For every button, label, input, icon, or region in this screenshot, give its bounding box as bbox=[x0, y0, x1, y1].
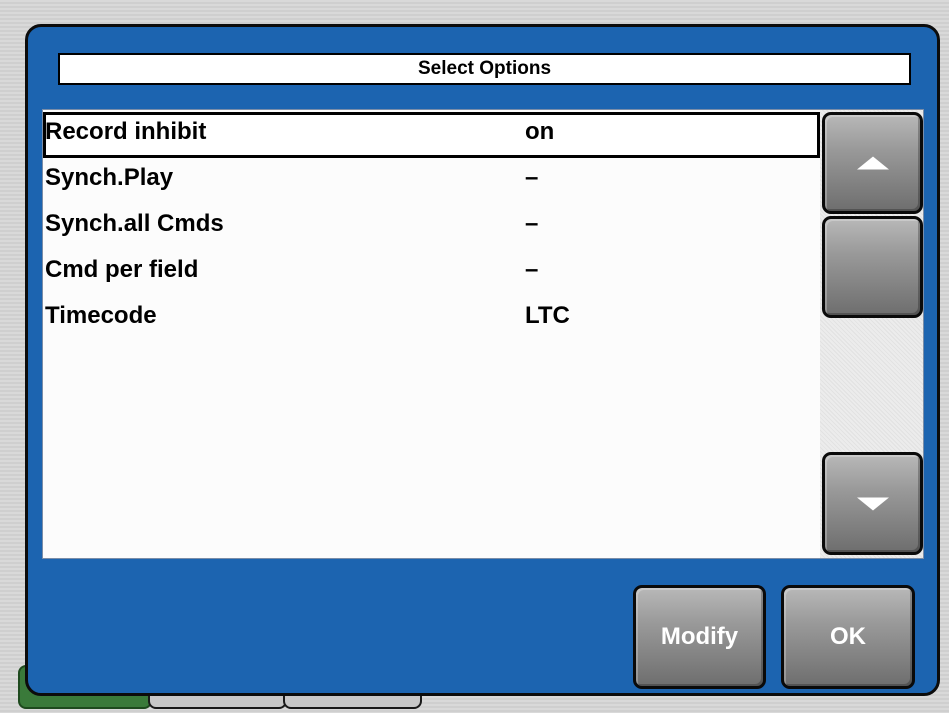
triangle-down-icon bbox=[856, 497, 889, 510]
scroll-down-button[interactable] bbox=[822, 452, 923, 555]
option-row-record-inhibit[interactable]: Record inhibit on bbox=[43, 112, 820, 158]
option-name: Synch.all Cmds bbox=[45, 210, 224, 237]
option-row-synch-all-cmds[interactable]: Synch.all Cmds – bbox=[43, 204, 820, 250]
options-list: Record inhibit on Synch.Play – Synch.all… bbox=[43, 110, 820, 558]
option-value: – bbox=[525, 256, 539, 283]
option-row-synch-play[interactable]: Synch.Play – bbox=[43, 158, 820, 204]
modify-button[interactable]: Modify bbox=[633, 585, 766, 689]
dialog-title: Select Options bbox=[58, 53, 911, 85]
option-value: – bbox=[525, 164, 539, 191]
option-name: Synch.Play bbox=[45, 164, 174, 191]
option-name: Record inhibit bbox=[45, 118, 207, 145]
option-name: Timecode bbox=[45, 302, 157, 329]
options-list-area: Record inhibit on Synch.Play – Synch.all… bbox=[42, 109, 924, 559]
option-row-timecode[interactable]: Timecode LTC bbox=[43, 296, 820, 342]
option-row-cmd-per-field[interactable]: Cmd per field – bbox=[43, 250, 820, 296]
option-value: LTC bbox=[525, 302, 570, 329]
scroll-up-button[interactable] bbox=[822, 112, 923, 214]
option-name: Cmd per field bbox=[45, 256, 199, 283]
scrollbar-track[interactable] bbox=[820, 110, 923, 558]
select-options-dialog: Select Options Record inhibit on Synch.P… bbox=[25, 24, 940, 696]
option-value: on bbox=[525, 118, 555, 145]
triangle-up-icon bbox=[856, 156, 889, 170]
ok-button[interactable]: OK bbox=[781, 585, 915, 689]
scrollbar-thumb[interactable] bbox=[822, 216, 923, 318]
option-value: – bbox=[525, 210, 539, 237]
